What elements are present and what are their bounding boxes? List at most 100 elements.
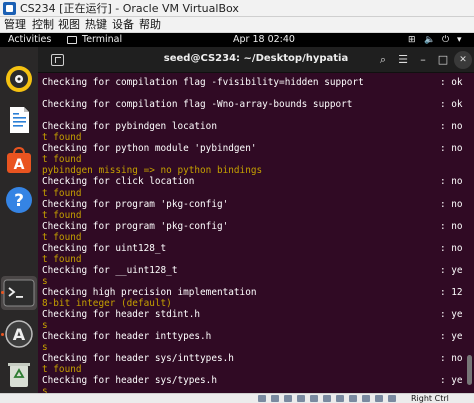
terminal-app-icon: [67, 36, 77, 44]
writer-icon[interactable]: [4, 105, 34, 135]
terminal-line-text: pybindgen missing => no python bindings: [42, 165, 263, 177]
usb-icon[interactable]: [310, 395, 318, 402]
terminal-line: s: [42, 386, 48, 393]
shared-folder-icon[interactable]: [323, 395, 331, 402]
terminal-line-text: Checking for pybindgen location: [42, 121, 217, 133]
display-icon[interactable]: [336, 395, 344, 402]
rhythmbox-icon[interactable]: [4, 64, 34, 94]
volume-icon[interactable]: 🔈: [424, 33, 435, 47]
maximize-icon[interactable]: □: [434, 51, 452, 69]
terminal-line-result: : no: [440, 176, 463, 188]
terminal-line: s: [42, 320, 48, 331]
terminal-header-bar: seed@CS234: ~/Desktop/hypatia ⌕ ☰ – □ ✕: [38, 47, 474, 73]
menu-item-control[interactable]: 控制: [32, 17, 54, 33]
svg-text:A: A: [14, 157, 25, 173]
menu-item-view[interactable]: 视图: [58, 17, 80, 33]
software-icon[interactable]: A: [4, 145, 34, 175]
terminal-line: Checking for click location : no: [42, 176, 463, 188]
terminal-line-text: Checking for program 'pkg-config': [42, 198, 229, 210]
terminal-line: Checking for compilation flag -Wno-array…: [42, 99, 463, 111]
vbox-menu-bar: 管理 控制 视图 热键 设备 帮助: [0, 17, 474, 33]
search-icon[interactable]: ⌕: [374, 51, 392, 69]
close-icon[interactable]: ✕: [454, 51, 472, 69]
terminal-icon[interactable]: [3, 279, 35, 309]
mouse-integration-icon[interactable]: [375, 395, 383, 402]
terminal-line-result: : no: [440, 220, 463, 232]
network-adapter-icon[interactable]: [297, 395, 305, 402]
terminal-line: Checking for program 'pkg-config' : no: [42, 220, 463, 232]
terminal-line-result: : no: [440, 143, 463, 155]
terminal-line: Checking for header inttypes.h: ye: [42, 331, 463, 342]
host-key-label: Right Ctrl: [411, 394, 449, 403]
svg-text:?: ?: [14, 191, 24, 211]
terminal-line-text: s: [42, 275, 48, 287]
terminal-line-result: : ye: [440, 309, 463, 321]
terminal-line-text: Checking for program 'pkg-config': [42, 220, 229, 232]
terminal-line-text: Checking for header sys/inttypes.h: [42, 353, 234, 365]
minimize-icon[interactable]: –: [414, 51, 432, 69]
terminal-line-text: 8-bit integer (default): [42, 298, 172, 309]
terminal-line-text: Checking for click location: [42, 176, 195, 188]
terminal-window: seed@CS234: ~/Desktop/hypatia ⌕ ☰ – □ ✕ …: [38, 47, 474, 393]
terminal-line-text: Checking for compilation flag -Wno-array…: [42, 99, 353, 111]
terminal-line: t found: [42, 232, 82, 243]
dock: A ? A: [0, 47, 38, 393]
optical-drive-icon[interactable]: [271, 395, 279, 402]
menu-item-manage[interactable]: 管理: [4, 17, 26, 33]
terminal-line: t found: [42, 132, 82, 143]
terminal-line-result: : ye: [440, 264, 463, 276]
app-menu[interactable]: Terminal: [82, 33, 122, 47]
terminal-output[interactable]: Checking for compilation flag -fvisibili…: [38, 73, 474, 393]
terminal-line-text: Checking for header sys/types.h: [42, 375, 217, 387]
terminal-line: Checking for header sys/inttypes.h : no: [42, 353, 463, 365]
terminal-line-result: : no: [440, 242, 463, 254]
terminal-line-text: Checking for python module 'pybindgen': [42, 143, 257, 155]
vbox-status-bar: Right Ctrl: [0, 393, 474, 403]
terminal-line-text: t found: [42, 253, 82, 265]
terminal-line: Checking for compilation flag -fvisibili…: [42, 77, 463, 88]
terminal-line: Checking for __uint128_t: ye: [42, 265, 463, 276]
terminal-line: Checking for python module 'pybindgen' : …: [42, 143, 463, 155]
terminal-line-result: : no: [440, 198, 463, 210]
terminal-line-text: t found: [42, 209, 82, 221]
terminal-line: t found: [42, 154, 82, 165]
running-indicator: [1, 333, 4, 336]
terminal-line-text: t found: [42, 187, 82, 199]
terminal-line-result: : ye: [440, 331, 463, 343]
activities-button[interactable]: Activities: [8, 33, 51, 47]
terminal-line: t found: [42, 254, 82, 265]
menu-item-hotkey[interactable]: 热键: [85, 17, 107, 33]
terminal-line: t found: [42, 364, 82, 375]
terminal-line: s: [42, 276, 48, 287]
keyboard-icon[interactable]: [388, 395, 396, 402]
menu-item-devices[interactable]: 设备: [112, 17, 134, 33]
clock[interactable]: Apr 18 02:40: [233, 33, 295, 47]
software-updater-icon[interactable]: A: [4, 319, 34, 349]
terminal-line-result: : 12: [440, 286, 463, 298]
terminal-line-result: : no: [440, 353, 463, 365]
terminal-line-result: : ok: [440, 99, 463, 111]
hdd-icon[interactable]: [258, 395, 266, 402]
recording-icon[interactable]: [349, 395, 357, 402]
audio-icon[interactable]: [284, 395, 292, 402]
terminal-line-text: t found: [42, 231, 82, 243]
help-icon[interactable]: ?: [4, 185, 34, 215]
menu-item-help[interactable]: 帮助: [139, 17, 161, 33]
terminal-line-text: s: [42, 342, 48, 354]
terminal-line: Checking for pybindgen location: no: [42, 121, 463, 133]
power-icon[interactable]: ⏻: [442, 33, 449, 47]
terminal-line-result: : ye: [440, 375, 463, 387]
terminal-line: Checking for program 'pkg-config' : no: [42, 198, 463, 210]
network-icon[interactable]: ⊞: [408, 33, 416, 47]
terminal-line-text: s: [42, 320, 48, 332]
terminal-line: Checking for header sys/types.h : ye: [42, 375, 463, 387]
chevron-down-icon[interactable]: ▾: [457, 33, 462, 47]
terminal-line: Checking high precision implementation : …: [42, 286, 463, 298]
terminal-line-text: Checking high precision implementation: [42, 286, 257, 298]
menu-icon[interactable]: ☰: [394, 51, 412, 69]
scrollbar[interactable]: [467, 355, 472, 385]
trash-icon[interactable]: [4, 359, 34, 389]
cpu-icon[interactable]: [362, 395, 370, 402]
terminal-line-result: : ok: [440, 77, 463, 88]
terminal-line: s: [42, 342, 48, 353]
